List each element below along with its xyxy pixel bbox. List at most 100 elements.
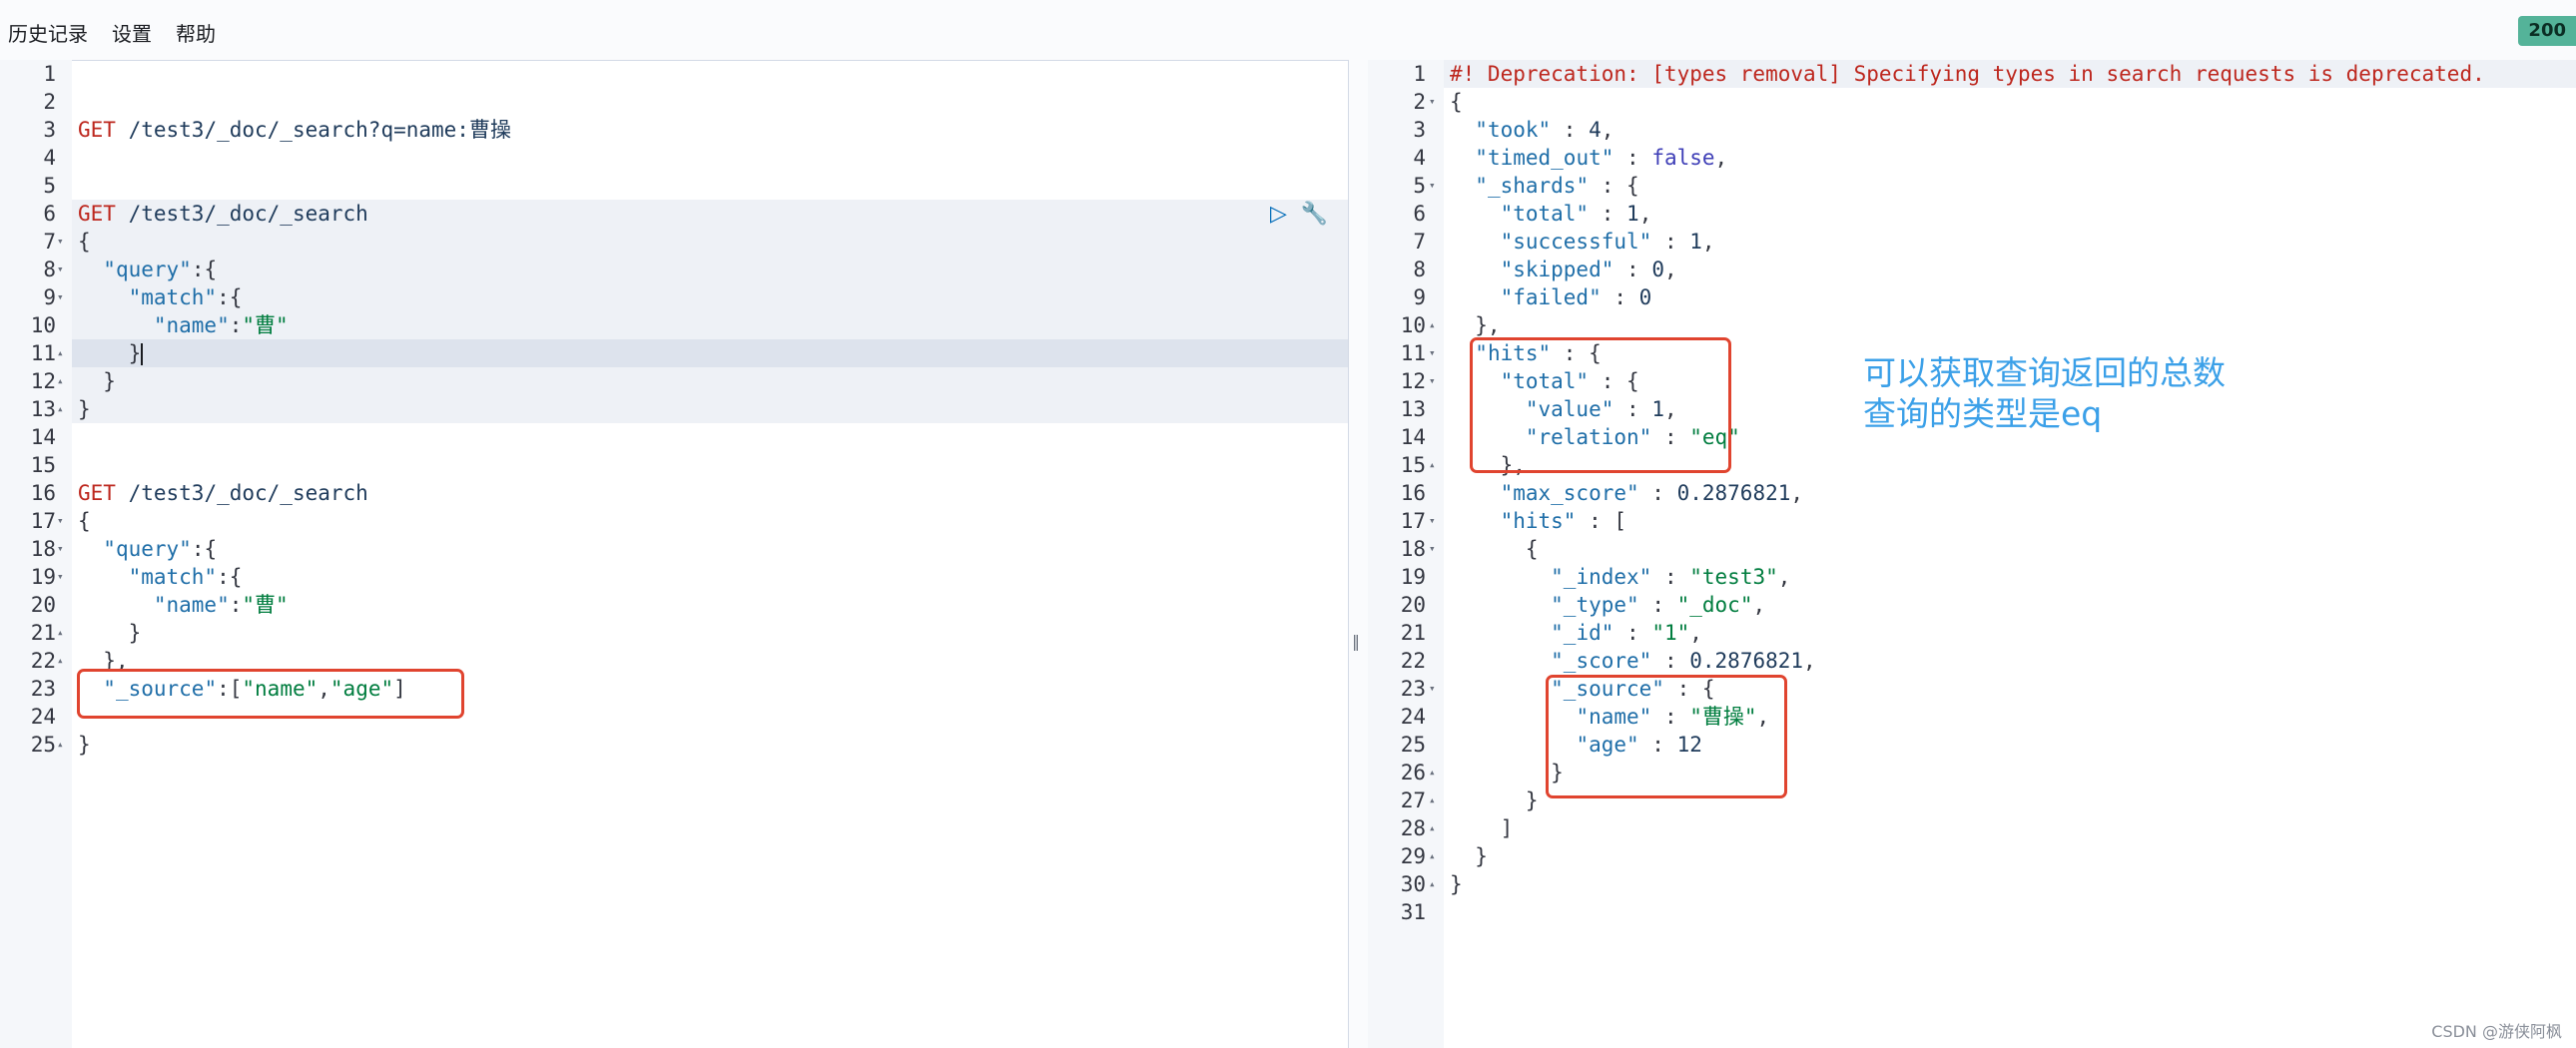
fold-open-icon[interactable]: ▾: [1429, 88, 1436, 116]
code-line: 5 ▾ "_shards" : {: [1368, 172, 2576, 200]
code-line: 31: [1368, 898, 2576, 926]
fold-close-icon[interactable]: ▴: [57, 367, 64, 395]
fold-close-icon[interactable]: ▴: [57, 395, 64, 423]
fold-close-icon[interactable]: ▴: [1429, 842, 1436, 870]
token: #! Deprecation: [types removal] Specifyi…: [1450, 62, 2485, 86]
token: "failed": [1500, 285, 1602, 309]
fold-open-icon[interactable]: ▾: [57, 256, 64, 283]
token: :{: [191, 258, 218, 281]
line-text: "_type" : "_doc",: [1450, 591, 1765, 619]
fold-close-icon[interactable]: ▴: [1429, 311, 1436, 339]
line-number: 16: [1400, 481, 1426, 505]
code-line: 20 "name":"曹": [0, 591, 1348, 619]
line-text: "_id" : "1",: [1450, 619, 1702, 647]
token: "query": [103, 537, 192, 561]
code-line: 9 ▾ "match":{: [0, 283, 1348, 311]
menu-settings[interactable]: 设置: [112, 18, 152, 47]
token: "_doc": [1676, 593, 1753, 617]
request-editor[interactable]: 1 2 3 GET /test3/_doc/_search?q=name:曹操 4 5 6 G…: [0, 60, 1348, 1048]
token: :: [1601, 285, 1639, 309]
fold-open-icon[interactable]: ▾: [57, 535, 64, 563]
fold-open-icon[interactable]: ▾: [1429, 367, 1436, 395]
fold-close-icon[interactable]: ▴: [57, 339, 64, 367]
line-number: 9: [43, 285, 56, 309]
token: "successful": [1500, 230, 1652, 254]
response-viewer[interactable]: 1 #! Deprecation: [types removal] Specify…: [1368, 60, 2576, 1048]
code-line: 16 "max_score" : 0.2876821,: [1368, 479, 2576, 507]
line-number: 3: [43, 118, 56, 142]
token: :: [1551, 118, 1590, 142]
menu-history[interactable]: 历史记录: [8, 18, 88, 47]
line-number: 14: [1400, 425, 1426, 449]
play-icon[interactable]: ▷: [1270, 202, 1287, 227]
token: 4: [1589, 118, 1602, 142]
line-number: 24: [1400, 705, 1426, 729]
fold-open-icon[interactable]: ▾: [57, 507, 64, 535]
line-text: "max_score" : 0.2876821,: [1450, 479, 1803, 507]
fold-close-icon[interactable]: ▴: [57, 731, 64, 759]
fold-open-icon[interactable]: ▾: [57, 228, 64, 256]
line-number: 6: [1413, 202, 1426, 226]
annotation-line-1: 可以获取查询返回的总数: [1863, 353, 2226, 392]
token: }: [78, 733, 91, 757]
code-line: 17 ▾ {: [0, 507, 1348, 535]
token: :: [1651, 565, 1690, 589]
fold-open-icon[interactable]: ▾: [1429, 172, 1436, 200]
menu-help[interactable]: 帮助: [176, 18, 216, 47]
line-text: }: [78, 367, 116, 395]
line-text: "hits" : [: [1450, 507, 1626, 535]
line-number: 19: [1400, 565, 1426, 589]
fold-close-icon[interactable]: ▴: [57, 647, 64, 675]
fold-close-icon[interactable]: ▴: [1429, 759, 1436, 786]
fold-close-icon[interactable]: ▴: [1429, 814, 1436, 842]
token: /test3/_doc/_search: [115, 481, 368, 505]
line-text: "_score" : 0.2876821,: [1450, 647, 1816, 675]
line-text: "name":"曹": [78, 591, 289, 619]
token: 0.2876821: [1689, 649, 1804, 673]
fold-open-icon[interactable]: ▾: [1429, 339, 1436, 367]
line-number: 22: [30, 649, 56, 673]
fold-close-icon[interactable]: ▴: [1429, 786, 1436, 814]
console-menu: 历史记录 设置 帮助: [8, 18, 216, 47]
line-number: 7: [43, 230, 56, 254]
token: {: [78, 509, 91, 533]
code-line: 7 "successful" : 1,: [1368, 228, 2576, 256]
line-text: {: [1450, 88, 1463, 116]
line-number: 15: [1400, 453, 1426, 477]
token: "hits": [1500, 509, 1577, 533]
line-text: "total" : 1,: [1450, 200, 1652, 228]
resize-handle-icon[interactable]: ‖: [1352, 632, 1360, 651]
line-number: 13: [30, 397, 56, 421]
highlight-box-source: [77, 669, 464, 719]
line-number: 12: [30, 369, 56, 393]
fold-close-icon[interactable]: ▴: [57, 619, 64, 647]
wrench-icon[interactable]: 🔧: [1301, 202, 1328, 227]
fold-close-icon[interactable]: ▴: [1429, 451, 1436, 479]
line-text: "query":{: [78, 256, 217, 283]
fold-close-icon[interactable]: ▴: [1429, 870, 1436, 898]
line-text: #! Deprecation: [types removal] Specifyi…: [1450, 60, 2485, 88]
fold-open-icon[interactable]: ▾: [57, 563, 64, 591]
token: :: [1613, 621, 1652, 645]
fold-open-icon[interactable]: ▾: [57, 283, 64, 311]
code-line: 28 ▴ ]: [1368, 814, 2576, 842]
token: }: [78, 341, 142, 365]
token: "name": [153, 593, 230, 617]
fold-open-icon[interactable]: ▾: [1429, 535, 1436, 563]
line-text: }: [1450, 870, 1463, 898]
line-number: 20: [30, 593, 56, 617]
line-number: 1: [43, 62, 56, 86]
fold-open-icon[interactable]: ▾: [1429, 507, 1436, 535]
token: :{: [191, 537, 218, 561]
code-line: 2: [0, 88, 1348, 116]
pane-divider[interactable]: [1348, 60, 1370, 1048]
line-text: {: [78, 507, 91, 535]
token: :{: [217, 565, 243, 589]
code-line: 8 "skipped" : 0,: [1368, 256, 2576, 283]
fold-open-icon[interactable]: ▾: [1429, 675, 1436, 703]
